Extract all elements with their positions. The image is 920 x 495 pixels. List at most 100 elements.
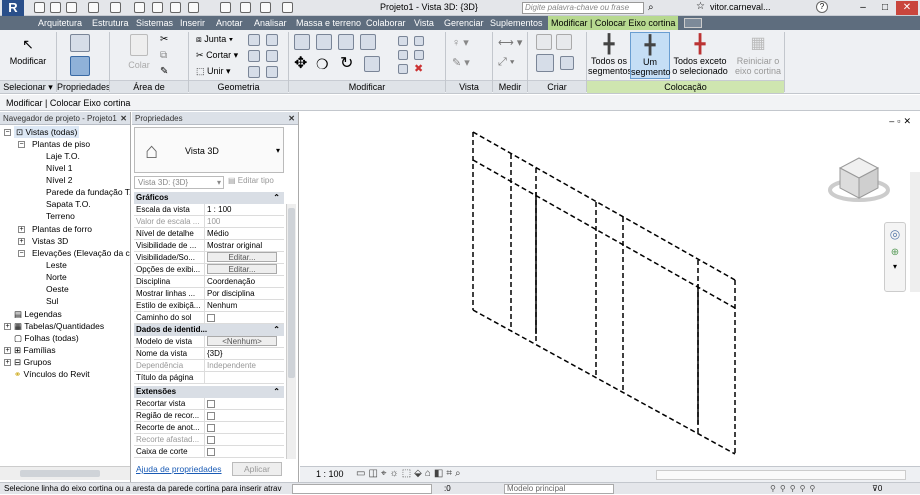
close-button[interactable]: ✕ [896, 1, 918, 15]
edit-display-options-button[interactable]: Editar... [207, 264, 277, 274]
all-except-selected-button[interactable]: ╋ Todos exceto o selecionado [672, 32, 728, 79]
section-graficos[interactable]: Gráficos ⌃ [134, 192, 284, 204]
section-box-checkbox[interactable] [207, 448, 215, 456]
tree-item-nivel1[interactable]: Nível 1 [46, 162, 72, 174]
wall-joins-icon[interactable] [248, 34, 260, 46]
undo-icon[interactable] [88, 2, 99, 13]
cut-icon[interactable]: ✂ [160, 34, 168, 45]
expand-icon[interactable]: + [4, 347, 11, 354]
copy-icon[interactable]: ⧉ [160, 50, 167, 61]
expand-icon[interactable]: − [18, 250, 25, 257]
tab-anotar[interactable]: Anotar [216, 16, 243, 30]
wall-profile-icon[interactable] [266, 66, 278, 78]
demolish-icon[interactable] [248, 66, 260, 78]
modify-button[interactable]: ↖ Modificar [4, 32, 52, 79]
copy-element-icon[interactable]: ❍ [316, 56, 329, 72]
match-properties-icon[interactable]: ✎ [160, 66, 168, 77]
expand-icon[interactable]: − [18, 141, 25, 148]
pin-icon[interactable] [398, 64, 408, 74]
tree-item-grupos[interactable]: ⊟ Grupos [14, 356, 51, 368]
tree-item-tabelas[interactable]: ▦ Tabelas/Quantidades [14, 320, 104, 332]
app-menu-button[interactable]: R [2, 0, 24, 16]
filter-count[interactable]: ⊽0 [872, 483, 882, 495]
binoculars-icon[interactable]: ⌕ [648, 2, 654, 13]
crop-view-checkbox[interactable] [207, 400, 215, 408]
unite-button[interactable]: ⬚ Unir ▾ [196, 66, 231, 77]
create-parts-icon[interactable] [536, 54, 554, 72]
join-button[interactable]: ⧈ Junta ▾ [196, 34, 233, 45]
edit-visibility-button[interactable]: Editar... [207, 252, 277, 262]
sync-icon[interactable] [66, 2, 77, 13]
edit-type-button[interactable]: ▤ Editar tipo [228, 176, 274, 185]
tree-item-leste[interactable]: Leste [46, 259, 67, 271]
view-template-button[interactable]: <Nenhum> [207, 336, 277, 346]
type-selector[interactable]: ⌂ Vista 3D ▾ [134, 127, 284, 173]
open-icon[interactable] [34, 2, 45, 13]
tree-item-elevacoes[interactable]: Elevações (Elevação da con [32, 247, 130, 259]
selection-toggle-icons[interactable]: ⚲⚲⚲⚲⚲ [770, 483, 819, 495]
sun-path-checkbox[interactable] [207, 314, 215, 322]
delete-icon[interactable]: ✖ [414, 62, 423, 75]
tree-item-legendas[interactable]: ▤ Legendas [14, 308, 62, 320]
group-selecionar[interactable]: Selecionar ▾ [0, 80, 56, 93]
ribbon-toggle-button[interactable] [684, 18, 702, 28]
cut-geometry-button[interactable]: ✂ Cortar ▾ [196, 50, 238, 61]
measure-icon[interactable] [152, 2, 163, 13]
expand-icon[interactable]: + [4, 323, 11, 330]
aligned-dimension-icon[interactable]: ⤢ ▾ [498, 56, 514, 69]
tree-item-familias[interactable]: ⊞ Famílias [14, 344, 56, 356]
scroll-thumb[interactable] [20, 470, 100, 477]
properties-scrollbar[interactable] [286, 204, 296, 459]
split-icon[interactable] [398, 36, 408, 46]
paint-icon[interactable] [248, 50, 260, 62]
create-similar-icon[interactable] [536, 34, 552, 50]
tab-estrutura[interactable]: Estrutura [92, 16, 129, 30]
tab-sistemas[interactable]: Sistemas [136, 16, 173, 30]
array-icon[interactable] [398, 50, 408, 60]
tab-gerenciar[interactable]: Gerenciar [444, 16, 484, 30]
browser-hscrollbar[interactable] [0, 466, 130, 480]
tree-item-oeste[interactable]: Oeste [46, 283, 69, 295]
align-icon[interactable] [294, 34, 310, 50]
close-windows-icon[interactable] [282, 2, 293, 13]
override-graphics-icon[interactable]: ♀ ▾ [452, 36, 469, 49]
3d-view-icon[interactable] [220, 2, 231, 13]
minimize-button[interactable]: – [852, 1, 874, 15]
help-icon[interactable]: ? [816, 1, 828, 13]
section-identidade[interactable]: Dados de identid... ⌃ [134, 324, 284, 336]
type-properties-icon[interactable] [70, 34, 90, 52]
tree-item-folhas[interactable]: ▢ Folhas (todas) [14, 332, 79, 344]
tab-modificar-colocar-eixo-cortina[interactable]: Modificar | Colocar Eixo cortina [548, 16, 679, 30]
workset-dropdown[interactable] [292, 484, 432, 494]
crop-region-visible-checkbox[interactable] [207, 412, 215, 420]
view-scale[interactable]: 1 : 100 [316, 469, 344, 479]
tree-item-plantas-forro[interactable]: Plantas de forro [32, 223, 92, 235]
tab-vista[interactable]: Vista [414, 16, 434, 30]
apply-button[interactable]: Aplicar [232, 462, 282, 476]
expand-icon[interactable]: + [18, 226, 25, 233]
tree-item-sul[interactable]: Sul [46, 295, 58, 307]
zoom-icon[interactable]: ⊕ [885, 247, 905, 258]
design-option-dropdown[interactable]: Modelo principal [504, 484, 614, 494]
hide-element-icon[interactable]: ✎ ▾ [452, 56, 470, 69]
reinit-curtain-grid-button[interactable]: ▦ Reiniciar o eixo cortina [734, 32, 782, 79]
print-icon[interactable] [134, 2, 145, 13]
tree-item-norte[interactable]: Norte [46, 271, 67, 283]
move-icon[interactable]: ✥ [294, 56, 307, 72]
tree-item-nivel2[interactable]: Nível 2 [46, 174, 72, 186]
remove-paint-icon[interactable] [266, 50, 278, 62]
offset-icon[interactable] [316, 34, 332, 50]
create-group-icon[interactable] [556, 34, 572, 50]
tree-item-parede-fundacao[interactable]: Parede da fundação T.O. [46, 186, 130, 198]
save-icon[interactable] [50, 2, 61, 13]
one-segment-button[interactable]: ╋ Um segmento [630, 32, 671, 79]
tab-massa-terreno[interactable]: Massa e terreno [296, 16, 361, 30]
tab-suplementos[interactable]: Suplementos [490, 16, 543, 30]
search-input[interactable]: Digite palavra-chave ou frase [522, 2, 644, 14]
expand-icon[interactable]: + [4, 359, 11, 366]
view-controls-icons[interactable]: ▭◫⌖☼⬚⬙⌂◧⌗⌕ [356, 468, 464, 479]
instance-selector[interactable]: Vista 3D: {3D} ▾ [134, 176, 224, 189]
scale-icon[interactable] [414, 50, 424, 60]
thin-lines-icon[interactable] [260, 2, 271, 13]
redo-icon[interactable] [110, 2, 121, 13]
